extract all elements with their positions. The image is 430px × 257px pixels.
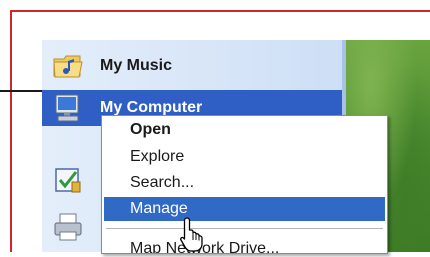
hand-cursor-icon: [178, 216, 206, 252]
context-menu-item-label: Open: [130, 121, 171, 138]
computer-icon: [52, 92, 84, 124]
context-menu-item-manage[interactable]: Manage: [104, 197, 385, 221]
context-menu-item-search[interactable]: Search...: [104, 171, 385, 195]
music-folder-icon: [52, 50, 84, 82]
context-menu-separator: [106, 228, 383, 229]
control-panel-icon: [52, 164, 84, 196]
start-menu-item-my-music[interactable]: My Music: [42, 48, 342, 84]
start-menu-item-label: My Music: [100, 57, 173, 74]
context-menu-item-label: Explore: [130, 148, 185, 165]
red-frame-left: [10, 10, 12, 252]
context-menu: Open Explore Search... Manage Map Networ…: [101, 115, 388, 254]
context-menu-item-label: Search...: [130, 174, 195, 191]
printer-icon: [52, 212, 84, 244]
red-frame-top: [10, 10, 430, 12]
annotation-pointer-line: [0, 90, 48, 92]
context-menu-item-open[interactable]: Open: [104, 118, 385, 142]
context-menu-item-map-network-drive[interactable]: Map Network Drive...: [104, 237, 385, 253]
context-menu-item-explore[interactable]: Explore: [104, 145, 385, 169]
